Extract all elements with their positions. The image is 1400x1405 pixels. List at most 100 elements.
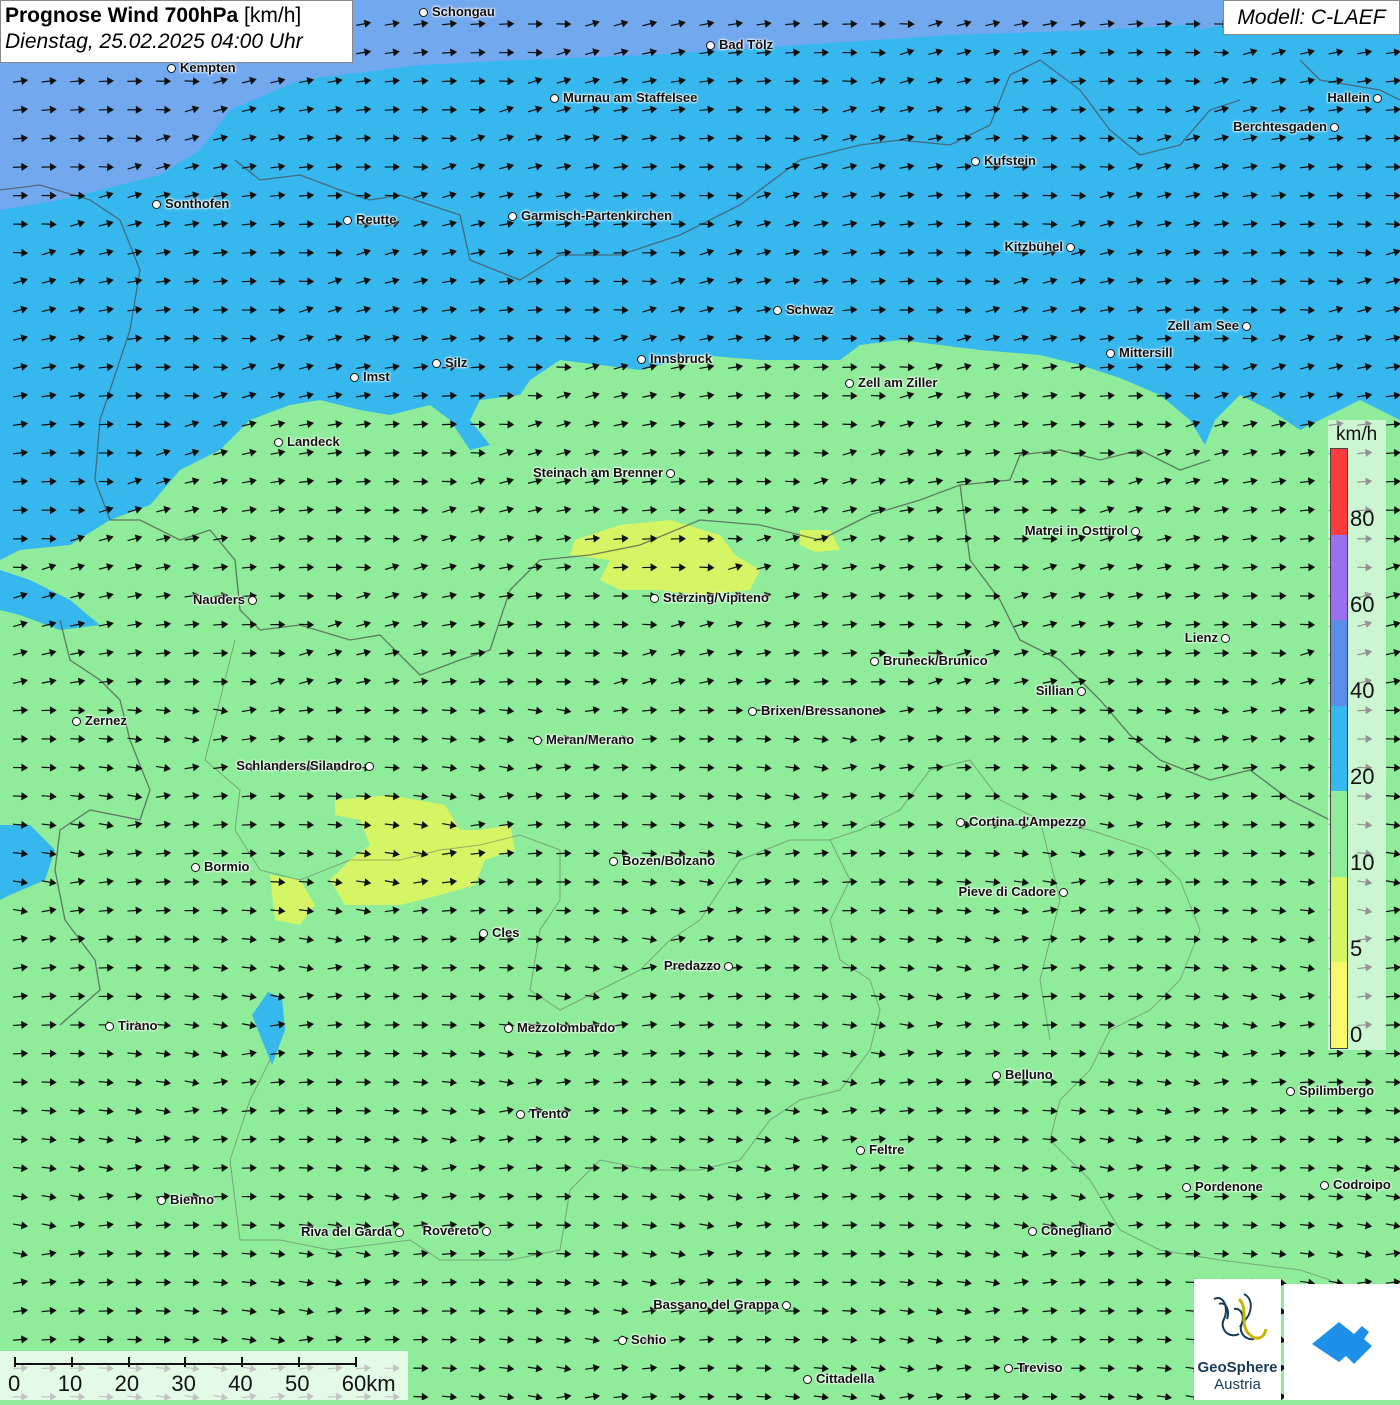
city-label: Matrei in Osttirol bbox=[1025, 523, 1128, 538]
city-marker bbox=[1330, 123, 1339, 132]
city-marker bbox=[1028, 1227, 1037, 1236]
city-label: Cortina d'Ampezzo bbox=[969, 814, 1086, 829]
city-label: Spilimbergo bbox=[1299, 1083, 1374, 1098]
city-label: Silz bbox=[445, 355, 467, 370]
city-marker bbox=[479, 929, 488, 938]
city-label: Kitzbühel bbox=[1005, 239, 1064, 254]
geosphere-logo: GeoSphere Austria bbox=[1194, 1279, 1281, 1400]
city-label: Brixen/Bressanone bbox=[761, 703, 880, 718]
scale-label: 0 bbox=[8, 1371, 20, 1397]
city-label: Tirano bbox=[118, 1018, 158, 1033]
city-marker bbox=[870, 657, 879, 666]
city-label: Bormio bbox=[204, 859, 250, 874]
legend-color-segment bbox=[1331, 962, 1347, 1048]
city-marker bbox=[609, 857, 618, 866]
city-marker bbox=[618, 1336, 627, 1345]
city-label: Reutte bbox=[356, 212, 396, 227]
city-label: Bozen/Bolzano bbox=[622, 853, 715, 868]
city-label: Imst bbox=[363, 369, 390, 384]
city-marker bbox=[1286, 1087, 1295, 1096]
city-marker bbox=[508, 212, 517, 221]
legend-color-segment bbox=[1331, 620, 1347, 706]
city-marker bbox=[706, 41, 715, 50]
city-label: Pieve di Cadore bbox=[958, 884, 1056, 899]
city-label: Conegliano bbox=[1041, 1223, 1112, 1238]
model-label: Modell: C-LAEF bbox=[1223, 0, 1400, 35]
city-label: Treviso bbox=[1017, 1360, 1063, 1375]
city-marker bbox=[1106, 349, 1115, 358]
city-marker bbox=[1004, 1364, 1013, 1373]
city-marker bbox=[504, 1024, 513, 1033]
legend-tick-label: 80 bbox=[1350, 506, 1374, 532]
title-unit: [km/h] bbox=[244, 4, 301, 27]
scale-tick bbox=[14, 1357, 16, 1367]
scale-label: 50 bbox=[285, 1371, 309, 1397]
legend-tick-label: 60 bbox=[1350, 592, 1374, 618]
city-label: Innsbruck bbox=[650, 351, 712, 366]
legend-color-segment bbox=[1331, 877, 1347, 963]
color-legend: km/h 806040201050 bbox=[1328, 420, 1386, 1050]
city-marker bbox=[1066, 243, 1075, 252]
scale-label: 30 bbox=[171, 1371, 195, 1397]
city-marker bbox=[971, 157, 980, 166]
city-label: Bienno bbox=[170, 1192, 214, 1207]
app-logo-icon bbox=[1284, 1284, 1400, 1400]
city-marker bbox=[395, 1228, 404, 1237]
city-marker bbox=[152, 200, 161, 209]
city-marker bbox=[1077, 687, 1086, 696]
city-marker bbox=[516, 1110, 525, 1119]
legend-tick-label: 0 bbox=[1350, 1022, 1362, 1048]
city-label: Steinach am Brenner bbox=[533, 465, 663, 480]
city-label: Nauders bbox=[193, 592, 245, 607]
city-label: Mezzolombardo bbox=[517, 1020, 615, 1035]
legend-tick-label: 40 bbox=[1350, 678, 1374, 704]
scale-tick bbox=[241, 1357, 243, 1367]
city-label: Schwaz bbox=[786, 302, 834, 317]
city-marker bbox=[365, 762, 374, 771]
city-marker bbox=[956, 818, 965, 827]
geosphere-logo-text: GeoSphere bbox=[1194, 1359, 1281, 1376]
scale-label: 20 bbox=[115, 1371, 139, 1397]
city-label: Meran/Merano bbox=[546, 732, 634, 747]
city-marker bbox=[350, 373, 359, 382]
scale-label: 10 bbox=[58, 1371, 82, 1397]
city-marker bbox=[773, 306, 782, 315]
legend-tick-label: 10 bbox=[1350, 850, 1374, 876]
city-marker bbox=[845, 379, 854, 388]
city-marker bbox=[72, 717, 81, 726]
city-label: Hallein bbox=[1327, 90, 1370, 105]
city-marker bbox=[803, 1375, 812, 1384]
city-label: Mittersill bbox=[1119, 345, 1172, 360]
scale-tick bbox=[355, 1357, 357, 1367]
city-label: Schio bbox=[631, 1332, 666, 1347]
city-label: Cles bbox=[492, 925, 519, 940]
city-label: Cittadella bbox=[816, 1371, 875, 1386]
title-text: Prognose Wind 700hPa bbox=[5, 4, 238, 27]
app-logo bbox=[1284, 1284, 1400, 1400]
legend-color-segment bbox=[1331, 706, 1347, 792]
city-marker bbox=[782, 1301, 791, 1310]
city-label: Landeck bbox=[287, 434, 340, 449]
city-label: Schlanders/Silandro bbox=[236, 758, 362, 773]
city-marker bbox=[105, 1022, 114, 1031]
city-marker bbox=[343, 216, 352, 225]
scale-bar: 0102030405060km bbox=[0, 1351, 408, 1400]
city-marker bbox=[1131, 527, 1140, 536]
city-label: Kempten bbox=[180, 60, 236, 75]
city-label: Trento bbox=[529, 1106, 569, 1121]
scale-tick bbox=[128, 1357, 130, 1367]
city-label: Predazzo bbox=[664, 958, 721, 973]
city-marker bbox=[1373, 94, 1382, 103]
city-marker bbox=[167, 64, 176, 73]
city-marker bbox=[248, 596, 257, 605]
city-label: Murnau am Staffelsee bbox=[563, 90, 697, 105]
city-marker bbox=[550, 94, 559, 103]
city-label: Garmisch-Partenkirchen bbox=[521, 208, 672, 223]
city-marker bbox=[191, 863, 200, 872]
legend-color-segment bbox=[1331, 791, 1347, 877]
city-label: Codroipo bbox=[1333, 1177, 1391, 1192]
geosphere-logo-subtext: Austria bbox=[1194, 1376, 1281, 1393]
city-label: Feltre bbox=[869, 1142, 904, 1157]
city-marker bbox=[748, 707, 757, 716]
city-label: Sterzing/Vipiteno bbox=[663, 590, 769, 605]
